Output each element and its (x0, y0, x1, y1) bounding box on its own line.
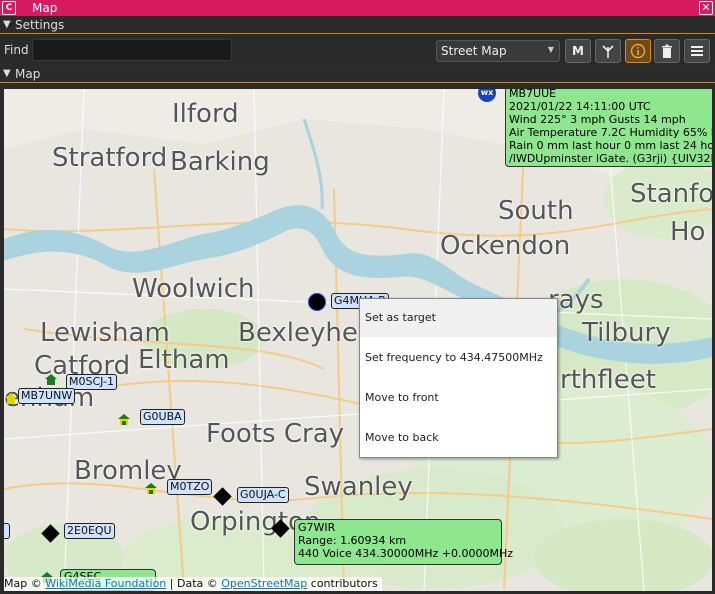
find-input[interactable] (32, 39, 232, 61)
collapse-arrow-icon[interactable]: ▼ (3, 68, 11, 79)
place-northfleet: rthfleet (560, 365, 656, 395)
map-label: Map (15, 67, 41, 81)
menu-item-move-to-back[interactable]: Move to back (360, 419, 557, 457)
place-ockendon: Ockendon (440, 231, 571, 261)
place-swanley: Swanley (304, 472, 413, 502)
menu-button[interactable] (684, 39, 710, 63)
attribution-suffix: contributors (307, 577, 378, 590)
map-style-value: Street Map (441, 44, 507, 58)
attribution-mid: | Data © (166, 577, 222, 590)
find-label: Find (4, 43, 29, 57)
place-woolwich: Woolwich (132, 274, 255, 304)
house-icon[interactable] (44, 373, 58, 385)
maidenhead-button[interactable]: M (565, 39, 591, 63)
place-eltham: Eltham (138, 345, 230, 375)
popup-line: Rain 0 mm last hour 0 mm last 24 hour (509, 139, 712, 152)
station-label-g0uba[interactable]: G0UBA (140, 409, 185, 425)
map-style-select[interactable]: Street Map ▼ (436, 40, 560, 62)
house-icon[interactable] (4, 392, 18, 404)
menu-icon (691, 46, 703, 56)
popup-line: Range: 1.60934 km (298, 534, 407, 547)
chevron-down-icon: ▼ (547, 45, 554, 54)
close-icon[interactable]: ✕ (699, 1, 713, 15)
info-icon (630, 43, 646, 59)
map-view[interactable]: Ilford Stratford Barking South Ockendon … (4, 89, 712, 591)
app-icon: C (2, 1, 16, 15)
popup-line: /IWDUpminster IGate. (G3rji) {UIV32N} (509, 152, 712, 165)
station-label-g0uja[interactable]: G0UJA-C (237, 487, 289, 503)
place-lewisham: Lewisham (40, 318, 170, 348)
info-button[interactable] (625, 39, 651, 63)
station-label-m0tzo[interactable]: M0TZO (167, 479, 213, 495)
popup-line: MB7UUE (509, 89, 557, 100)
window-title: Map (32, 1, 58, 15)
station-marker-icon[interactable] (308, 293, 326, 311)
menu-item-set-target[interactable]: Set as target (360, 299, 557, 337)
menu-item-set-frequency[interactable]: Set frequency to 434.47500MHz (360, 339, 557, 377)
antenna-button[interactable] (595, 39, 621, 63)
station-label-partial[interactable] (4, 523, 10, 539)
menu-item-move-to-front[interactable]: Move to front (360, 379, 557, 417)
osm-link[interactable]: OpenStreetMap (221, 577, 307, 590)
popup-line: 440 Voice 434.30000MHz +0.0000MHz (298, 547, 514, 560)
house-icon[interactable] (144, 482, 158, 494)
trash-icon (662, 44, 672, 58)
popup-line: Wind 225° 3 mph Gusts 14 mph (509, 113, 686, 126)
place-stratford: Stratford (52, 143, 168, 173)
popup-line: G7WIR (298, 521, 336, 534)
window-titlebar: C Map ✕ (0, 0, 715, 16)
place-bexleyheath: Bexleyhea (238, 318, 374, 348)
settings-label: Settings (15, 18, 65, 32)
station-label-2e0equ[interactable]: 2E0EQU (64, 523, 115, 539)
popup-line: Air Temperature 7.2C Humidity 65% Pr (509, 126, 712, 139)
map-attribution: Map © WikiMedia Foundation | Data © Open… (4, 577, 382, 591)
place-ho: Ho (670, 217, 706, 247)
place-tilbury: Tilbury (582, 318, 671, 348)
g7wir-info-popup: G7WIR Range: 1.60934 km 440 Voice 434.30… (294, 519, 514, 565)
map-section-header[interactable]: ▼ Map (0, 66, 715, 83)
collapse-arrow-icon[interactable]: ▼ (3, 19, 11, 30)
attribution-prefix: Map © (4, 577, 46, 590)
place-south: South (498, 196, 574, 226)
place-barking: Barking (170, 147, 270, 177)
station-label-mb7unw[interactable]: MB7UNW (18, 388, 76, 404)
weather-info-popup: MB7UUE 2021/01/22 14:11:00 UTC Wind 225°… (505, 89, 712, 167)
toolbar: Find Street Map ▼ M (0, 34, 715, 65)
wikimedia-link[interactable]: WikiMedia Foundation (45, 577, 166, 590)
place-bromley: Bromley (74, 456, 182, 486)
antenna-icon (602, 45, 614, 58)
delete-button[interactable] (654, 39, 680, 63)
settings-section-header[interactable]: ▼ Settings (0, 17, 715, 34)
popup-line: 2021/01/22 14:11:00 UTC (509, 100, 651, 113)
place-foots-cray: Foots Cray (206, 419, 345, 449)
place-ilford: Ilford (172, 99, 239, 129)
place-stanford: Stanfo (630, 179, 712, 209)
house-icon[interactable] (117, 413, 131, 425)
context-menu: Set as target Set frequency to 434.47500… (359, 298, 558, 458)
